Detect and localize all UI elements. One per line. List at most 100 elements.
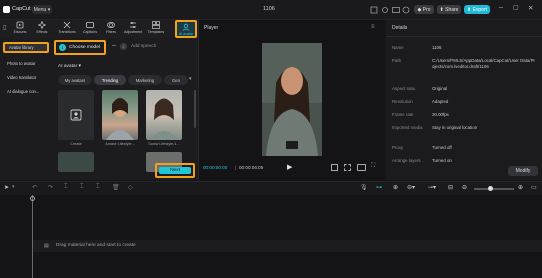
detail-label: Aspect ratio bbox=[392, 86, 416, 91]
content-scrollbar[interactable] bbox=[194, 90, 196, 128]
split-left-icon[interactable]: ⌶ bbox=[80, 184, 84, 191]
nav-avatar-library[interactable]: Avatar library bbox=[3, 42, 49, 53]
preview-avatar-image bbox=[262, 43, 322, 156]
nav-photo-to-avatar[interactable]: Photo to avatar bbox=[3, 58, 49, 69]
settings-icon[interactable] bbox=[381, 6, 389, 14]
step-divider bbox=[112, 45, 116, 46]
detail-value: Original bbox=[432, 86, 448, 91]
tool-media[interactable]: Elsouns bbox=[11, 20, 29, 38]
avatar-source-dropdown[interactable]: AI avatar ▾ bbox=[58, 64, 81, 69]
timeline-area: ▤ Drag material here and start to create bbox=[0, 195, 542, 278]
tool-templates[interactable]: Templates bbox=[147, 20, 165, 38]
chevron-down-icon[interactable]: ▾ bbox=[12, 184, 15, 190]
zoom-slider[interactable] bbox=[474, 188, 514, 190]
export-label: Export bbox=[472, 6, 488, 13]
add-speech-label[interactable]: Add speech bbox=[131, 44, 156, 49]
nav-ai-dialogue[interactable]: AI dialogue con... bbox=[3, 86, 49, 97]
tab-trending-label: Trending bbox=[101, 77, 119, 83]
project-title: 1106 bbox=[263, 6, 275, 12]
preview-axis-icon[interactable]: ⊖▾ bbox=[407, 184, 415, 191]
tab-my-avatars[interactable]: My avatars bbox=[58, 75, 92, 85]
tool-ai-avatar[interactable]: AI avatar bbox=[175, 20, 197, 38]
app-name: CapCut bbox=[12, 6, 31, 12]
menu-label: Menu bbox=[33, 6, 47, 13]
snap-icon[interactable]: ⊸▾ bbox=[428, 184, 436, 191]
share-label: Share bbox=[445, 6, 459, 13]
split-right-icon[interactable]: ⌶ bbox=[96, 184, 100, 191]
fit-icon[interactable] bbox=[331, 164, 338, 171]
menu-button[interactable]: Menu ▾ bbox=[32, 5, 52, 14]
export-button[interactable]: ⬆ Export bbox=[464, 5, 490, 14]
maximize-icon[interactable]: ▢ bbox=[513, 4, 519, 11]
undo-icon[interactable]: ↶ bbox=[32, 184, 37, 191]
player-title: Player bbox=[204, 25, 219, 31]
next-button[interactable]: Next bbox=[159, 167, 191, 174]
share-button[interactable]: ⬆ Share bbox=[437, 5, 461, 14]
layout-icon[interactable] bbox=[370, 6, 378, 14]
tabs-more-icon[interactable]: ▾ bbox=[189, 76, 192, 82]
help-icon[interactable] bbox=[402, 6, 410, 14]
avatar-card-amara[interactable] bbox=[102, 90, 138, 140]
tool-captions-label: Captions bbox=[82, 30, 98, 34]
avatar-card-4[interactable] bbox=[58, 152, 94, 172]
ratio-icon[interactable] bbox=[357, 164, 366, 171]
link-icon[interactable]: ⊕ bbox=[393, 184, 398, 191]
details-divider bbox=[386, 36, 542, 37]
shield-icon[interactable]: ◇ bbox=[128, 184, 133, 191]
detail-label: Proxy bbox=[392, 145, 404, 150]
minimize-icon[interactable]: – bbox=[499, 4, 503, 11]
avatar-card-sonia[interactable] bbox=[146, 90, 182, 140]
keyboard-icon[interactable] bbox=[392, 6, 400, 14]
nav-video-translator-label: Video translator bbox=[7, 75, 37, 80]
fit-timeline-icon[interactable]: ▭ bbox=[531, 184, 537, 191]
fullscreen-icon[interactable]: ⛶ bbox=[371, 163, 375, 170]
crop-icon[interactable] bbox=[344, 164, 351, 171]
ai-avatar-nav: Avatar library Photo to avatar Video tra… bbox=[0, 38, 52, 180]
chevron-down-icon: ▾ bbox=[47, 6, 51, 13]
split-icon[interactable]: ⌶ bbox=[64, 184, 68, 191]
choose-model-label: Choose model bbox=[69, 45, 100, 50]
modify-button[interactable]: Modify bbox=[508, 166, 538, 176]
step-choose-model[interactable]: 1 Choose model bbox=[54, 40, 106, 55]
player-time-separator: | bbox=[235, 165, 237, 170]
nav-photo-to-avatar-label: Photo to avatar bbox=[7, 61, 36, 66]
detail-label: Resolution bbox=[392, 99, 413, 104]
sidebar-toggle-icon[interactable]: ▯ bbox=[3, 24, 6, 31]
nav-ai-dialogue-label: AI dialogue con... bbox=[7, 89, 40, 94]
tool-filters[interactable]: Filters bbox=[102, 20, 120, 38]
tool-media-label: Elsouns bbox=[13, 30, 27, 34]
close-icon[interactable]: ✕ bbox=[528, 4, 533, 12]
tool-transitions[interactable]: Transitions bbox=[58, 20, 76, 38]
microphone-icon[interactable]: 🎙 bbox=[360, 184, 368, 191]
pro-button[interactable]: ◆ Pro bbox=[414, 5, 434, 14]
playhead[interactable] bbox=[32, 195, 33, 278]
nav-video-translator[interactable]: Video translator bbox=[3, 72, 49, 83]
delete-icon[interactable]: 🗑 bbox=[112, 184, 120, 191]
drop-hint-icon: ▤ bbox=[44, 243, 49, 249]
tab-gen[interactable]: Gen bbox=[164, 75, 188, 85]
sonia-caption: Sonia·Lifestyle-1... bbox=[148, 142, 180, 146]
player-current-time: 00:00:00:00 bbox=[203, 165, 228, 170]
zoom-out-icon[interactable]: ⊖ bbox=[462, 184, 467, 191]
tab-marketing[interactable]: Marketing bbox=[128, 75, 162, 85]
tool-captions[interactable]: Captions bbox=[81, 20, 99, 38]
split-screen-icon[interactable]: ⊟ bbox=[448, 184, 453, 191]
zoom-in-icon[interactable]: ⊕ bbox=[518, 184, 523, 191]
zoom-slider-handle[interactable] bbox=[488, 186, 493, 191]
main-track-magnet-icon[interactable]: ⊶ bbox=[376, 184, 382, 191]
diamond-icon: ◆ bbox=[417, 6, 422, 13]
tab-trending[interactable]: Trending bbox=[94, 75, 126, 85]
tab-marketing-label: Marketing bbox=[135, 77, 155, 83]
drop-hint-text: Drag material here and start to create bbox=[56, 243, 136, 248]
avatar-source-label: AI avatar bbox=[58, 64, 78, 69]
redo-icon[interactable]: ↷ bbox=[48, 184, 53, 191]
create-avatar-card[interactable] bbox=[58, 90, 94, 140]
detail-value: Stay in original location bbox=[432, 125, 478, 130]
tool-adjustment[interactable]: Adjustment bbox=[124, 20, 142, 38]
tool-filters-label: Filters bbox=[106, 30, 116, 34]
select-tool-icon[interactable]: ➤ bbox=[4, 184, 9, 191]
player-menu-icon[interactable]: ≡ bbox=[371, 24, 375, 30]
play-icon[interactable]: ▶ bbox=[287, 163, 292, 171]
tool-effects[interactable]: Effects bbox=[33, 20, 51, 38]
playhead-handle[interactable] bbox=[30, 196, 35, 201]
